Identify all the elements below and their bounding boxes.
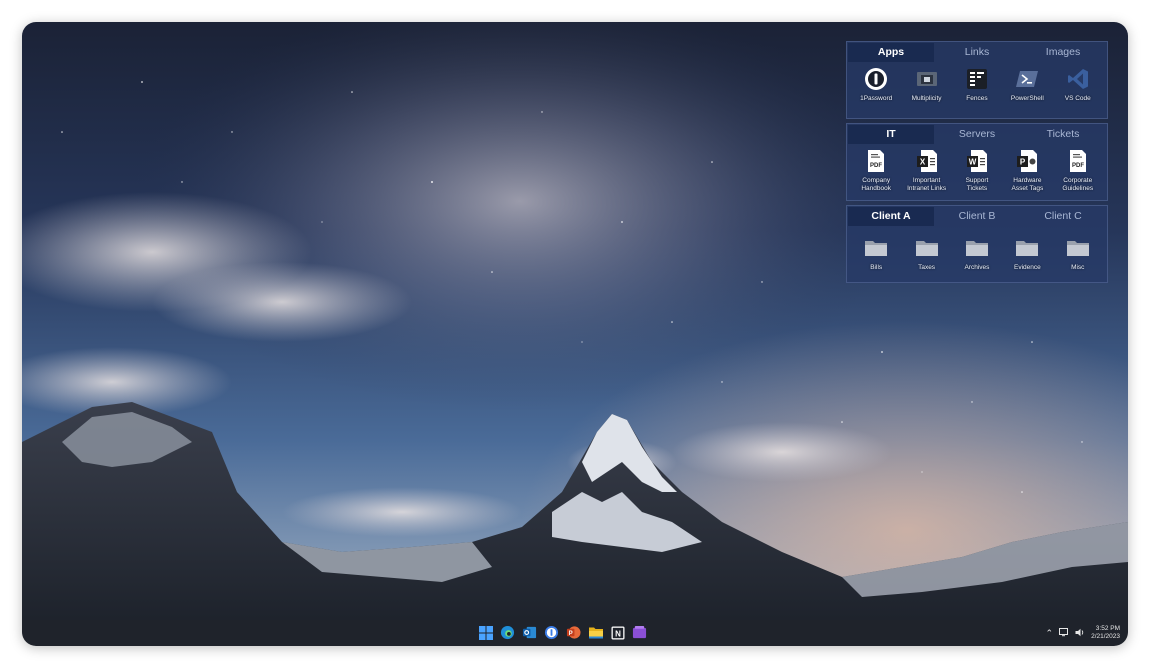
folder-icon [1065, 235, 1091, 261]
tab-client-b[interactable]: Client B [934, 207, 1020, 226]
excel-file-icon: X [914, 148, 940, 174]
tab-servers[interactable]: Servers [934, 125, 1020, 144]
fence-tabs: Apps Links Images [848, 43, 1106, 62]
edge-icon[interactable] [499, 624, 516, 641]
fences-icon [964, 66, 990, 92]
folder-label: Archives [964, 264, 990, 271]
shortcut-label: 1Password [860, 95, 893, 102]
shortcut-label: PowerShell [1010, 95, 1044, 102]
fence-apps[interactable]: Apps Links Images 1Password Multiplicity [846, 41, 1108, 119]
desktop-screen: Apps Links Images 1Password Multiplicity [22, 22, 1128, 646]
folder-archives[interactable]: Archives [952, 235, 1002, 272]
pdf-file-icon: PDF [863, 148, 889, 174]
powerpoint-icon[interactable]: P [565, 624, 582, 641]
clock-time: 3:52 PM [1095, 625, 1120, 632]
shortcut-label: VS Code [1064, 95, 1091, 102]
svg-text:N: N [615, 629, 621, 638]
svg-text:PDF: PDF [1072, 163, 1084, 169]
display-icon[interactable] [1059, 627, 1069, 639]
tab-apps[interactable]: Apps [848, 43, 934, 62]
tab-it[interactable]: IT [848, 125, 934, 144]
multiplicity-icon [914, 66, 940, 92]
tab-tickets[interactable]: Tickets [1020, 125, 1106, 144]
vscode-icon [1065, 66, 1091, 92]
folder-label: Evidence [1013, 264, 1041, 271]
file-label: Important Intranet Links [907, 177, 947, 192]
file-label: Company Handbook [861, 177, 891, 192]
taskbar: P N ⌃ 3:52 PM 2/21/2023 [22, 620, 1128, 646]
clock[interactable]: 3:52 PM 2/21/2023 [1091, 625, 1120, 641]
folder-icon [964, 235, 990, 261]
file-explorer-icon[interactable] [587, 624, 604, 641]
shortcut-powershell[interactable]: PowerShell [1002, 66, 1052, 103]
svg-text:PDF: PDF [870, 163, 882, 169]
pdf-file-icon: PDF [1065, 148, 1091, 174]
tab-client-a[interactable]: Client A [848, 207, 934, 226]
folder-icon [914, 235, 940, 261]
fence-tabs: IT Servers Tickets [848, 125, 1106, 144]
folder-evidence[interactable]: Evidence [1002, 235, 1052, 272]
file-label: Support Tickets [965, 177, 989, 192]
folder-icon [1014, 235, 1040, 261]
chevron-up-icon[interactable]: ⌃ [1046, 628, 1054, 639]
start-icon[interactable] [477, 624, 494, 641]
folder-label: Taxes [918, 264, 936, 271]
notion-icon[interactable]: N [609, 624, 626, 641]
clock-date: 2/21/2023 [1091, 633, 1120, 640]
fence-it[interactable]: IT Servers Tickets PDF Company Handbook … [846, 123, 1108, 201]
shortcut-fences[interactable]: Fences [952, 66, 1002, 103]
folder-label: Misc [1071, 264, 1085, 271]
word-file-icon: W [964, 148, 990, 174]
1password-icon [863, 66, 889, 92]
shortcut-label: Multiplicity [911, 95, 942, 102]
folder-misc[interactable]: Misc [1053, 235, 1103, 272]
file-company-handbook[interactable]: PDF Company Handbook [851, 148, 901, 192]
powershell-icon [1014, 66, 1040, 92]
folder-taxes[interactable]: Taxes [902, 235, 952, 272]
svg-text:W: W [969, 158, 977, 167]
svg-text:X: X [919, 158, 925, 167]
file-hardware-asset-tags[interactable]: P Hardware Asset Tags [1002, 148, 1052, 192]
shortcut-vscode[interactable]: VS Code [1053, 66, 1103, 103]
taskbar-apps: P N [477, 624, 648, 641]
svg-text:P: P [1020, 158, 1026, 167]
file-label: Corporate Guidelines [1062, 177, 1094, 192]
fence-tabs: Client A Client B Client C [848, 207, 1106, 226]
tab-links[interactable]: Links [934, 43, 1020, 62]
tab-images[interactable]: Images [1020, 43, 1106, 62]
file-corporate-guidelines[interactable]: PDF Corporate Guidelines [1053, 148, 1103, 192]
folder-icon [863, 235, 889, 261]
1password-icon[interactable] [543, 624, 560, 641]
fence-clients[interactable]: Client A Client B Client C Bills Taxes A… [846, 205, 1108, 283]
shortcut-1password[interactable]: 1Password [851, 66, 901, 103]
shortcut-label: Fences [966, 95, 988, 102]
file-support-tickets[interactable]: W Support Tickets [952, 148, 1002, 192]
folder-label: Bills [870, 264, 883, 271]
system-tray: ⌃ 3:52 PM 2/21/2023 [1046, 620, 1120, 646]
powerpoint-file-icon: P [1014, 148, 1040, 174]
speaker-icon[interactable] [1075, 628, 1085, 639]
svg-text:P: P [569, 630, 573, 637]
tab-client-c[interactable]: Client C [1020, 207, 1106, 226]
file-label: Hardware Asset Tags [1011, 177, 1044, 192]
folder-bills[interactable]: Bills [851, 235, 901, 272]
onenote-icon[interactable] [631, 624, 648, 641]
file-important-intranet-links[interactable]: X Important Intranet Links [902, 148, 952, 192]
outlook-icon[interactable] [521, 624, 538, 641]
shortcut-multiplicity[interactable]: Multiplicity [902, 66, 952, 103]
